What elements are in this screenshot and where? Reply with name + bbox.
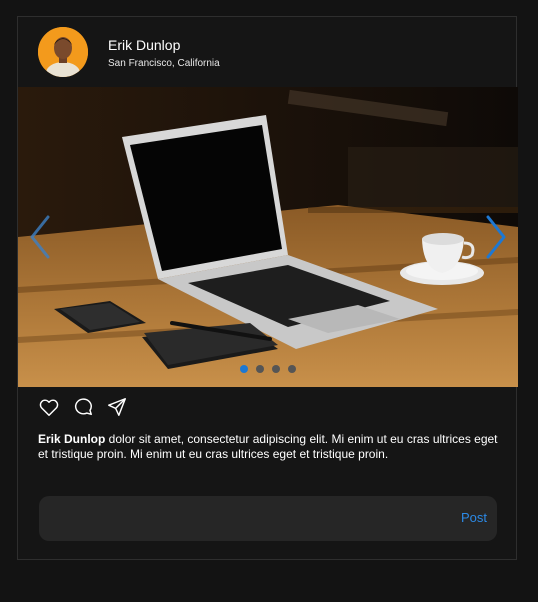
- caption-author[interactable]: Erik Dunlop: [38, 432, 105, 446]
- carousel-dot-3[interactable]: [272, 365, 280, 373]
- chevron-left-icon: [30, 215, 50, 259]
- avatar-image: [38, 27, 88, 77]
- carousel-pagination: [240, 365, 296, 373]
- comment-input[interactable]: [39, 496, 439, 541]
- post-button[interactable]: Post: [461, 510, 487, 525]
- comment-icon[interactable]: [72, 396, 94, 418]
- heart-icon[interactable]: [38, 396, 60, 418]
- post-card: Erik Dunlop San Francisco, California Er…: [17, 16, 518, 560]
- carousel-next-button[interactable]: [484, 215, 508, 264]
- comment-box: Post: [39, 496, 497, 541]
- avatar[interactable]: [38, 27, 88, 77]
- author-name[interactable]: Erik Dunlop: [108, 37, 180, 53]
- carousel-dot-2[interactable]: [256, 365, 264, 373]
- carousel-dot-1[interactable]: [240, 365, 248, 373]
- share-icon[interactable]: [106, 396, 128, 418]
- image-carousel[interactable]: [18, 87, 518, 387]
- post-caption: Erik Dunlop dolor sit amet, consectetur …: [38, 432, 500, 462]
- author-location: San Francisco, California: [108, 58, 220, 69]
- post-image: [18, 87, 518, 387]
- chevron-right-icon: [486, 215, 506, 259]
- carousel-prev-button[interactable]: [28, 215, 52, 264]
- caption-text: dolor sit amet, consectetur adipiscing e…: [38, 432, 498, 461]
- post-actions: [38, 396, 128, 418]
- carousel-dot-4[interactable]: [288, 365, 296, 373]
- post-header: Erik Dunlop San Francisco, California: [18, 17, 516, 87]
